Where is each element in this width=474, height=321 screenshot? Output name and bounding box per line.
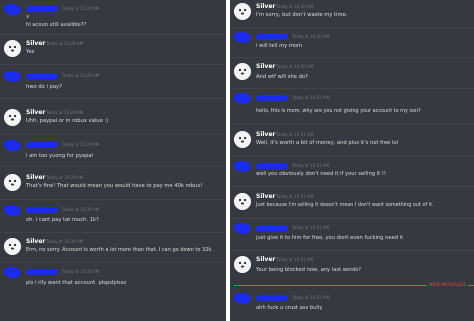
redacted-avatar — [234, 293, 251, 304]
divider — [0, 262, 226, 263]
message-timestamp: Today at 10:31 AM — [292, 95, 330, 100]
new-messages-divider: NEW MESSAGES — [234, 282, 474, 287]
redacted-username — [25, 269, 59, 275]
redacted-username — [25, 142, 59, 148]
message-author[interactable]: Silver — [256, 131, 275, 138]
redacted-username — [255, 95, 289, 101]
message-timestamp: Today at 10:28 AM — [62, 6, 100, 11]
divider — [230, 124, 474, 125]
message-author[interactable]: Silver — [26, 238, 45, 245]
message-text: Yes — [26, 49, 35, 55]
message-text: Your being blocked now, any last words? — [256, 267, 361, 273]
message-text: hi acoun still avalible?? — [26, 22, 87, 28]
message-text: And wtf will she do? — [256, 74, 308, 80]
message-timestamp: Today at 10:31 AM — [276, 132, 314, 137]
message-timestamp: Today at 10:31 AM — [292, 225, 330, 230]
redacted-username — [25, 207, 59, 213]
message-timestamp: Today at 10:30 AM — [46, 239, 84, 244]
right-chat-panel: Silver Today at 10:30 AM I'm sorry, but … — [230, 0, 474, 321]
message-text: Uhh, paypal or in robux value :) — [26, 118, 109, 124]
message-author[interactable]: Silver — [256, 63, 275, 70]
message-text: i am too yuong for pyapal — [26, 153, 93, 159]
message-timestamp: Today at 10:30 AM — [62, 269, 100, 274]
message-timestamp: Today at 10:30 AM — [276, 4, 314, 9]
divider — [0, 166, 226, 167]
message-text: hello, this is mom, why are you not givi… — [256, 108, 421, 114]
silver-avatar — [234, 193, 251, 210]
message-text: ahh fuck u crust ass bully — [256, 305, 323, 311]
divider — [230, 156, 474, 157]
message-timestamp: Today at 10:30 AM — [276, 64, 314, 69]
message-text: oh. i cant pay tat much. 1k? — [26, 217, 99, 223]
redacted-username — [255, 295, 289, 301]
silver-avatar — [4, 109, 21, 126]
silver-avatar — [4, 238, 21, 255]
silver-avatar — [234, 63, 251, 80]
message-timestamp: Today at 10:30 AM — [62, 207, 100, 212]
left-chat-panel: Today at 10:28 AM v hi acoun still avali… — [0, 0, 226, 321]
silver-avatar — [234, 131, 251, 148]
message-text: hwo do i pay? — [26, 84, 62, 90]
redacted-avatar — [4, 71, 21, 82]
message-timestamp: Today at 10:29 AM — [46, 110, 84, 115]
message-text: i will tell my mom — [256, 43, 303, 49]
message-author[interactable]: Silver — [26, 174, 45, 181]
message-text: Just because I'm selling it doesn't mean… — [256, 202, 434, 208]
message-text: Well, it's worth a bit of money, and plu… — [256, 140, 399, 146]
message-author[interactable]: Silver — [256, 256, 275, 263]
redacted-username — [255, 225, 289, 231]
silver-avatar — [234, 3, 251, 20]
divider — [0, 34, 226, 35]
message-text: pls i rlly want that account. plspslplss… — [26, 280, 127, 286]
redacted-username — [255, 163, 289, 169]
silver-avatar — [234, 256, 251, 273]
message-timestamp: Today at 10:29 AM — [62, 73, 100, 78]
divider — [0, 98, 226, 99]
divider — [230, 250, 474, 251]
message-author[interactable]: Silver — [26, 40, 45, 47]
message-timestamp: Today at 10:29 AM — [62, 142, 100, 147]
message-author[interactable]: Silver — [256, 193, 275, 200]
divider — [230, 88, 474, 89]
message-timestamp: Today at 10:31 AM — [276, 257, 314, 262]
redacted-avatar — [4, 267, 21, 278]
message-timestamp: Today at 10:30 AM — [292, 34, 330, 39]
redacted-username — [25, 6, 59, 12]
divider — [0, 134, 226, 135]
message-text: I'm sorry, but don't waste my time. — [256, 12, 348, 18]
divider — [230, 218, 474, 219]
message-text: v — [26, 14, 30, 20]
new-messages-label: NEW MESSAGES — [427, 282, 468, 287]
redacted-avatar — [4, 205, 21, 216]
message-timestamp: Today at 10:31 AM — [276, 194, 314, 199]
message-text: well you obviously don't need it if your… — [256, 171, 387, 177]
redacted-avatar — [234, 32, 251, 43]
message-timestamp: Today at 10:29 AM — [46, 175, 84, 180]
redacted-username — [255, 34, 289, 40]
message-timestamp: Today at 10:31 AM — [292, 295, 330, 300]
divider — [230, 57, 474, 58]
divider — [230, 186, 474, 187]
divider — [0, 64, 226, 65]
redacted-username — [25, 73, 59, 79]
redacted-avatar — [4, 4, 21, 15]
message-author[interactable]: Silver — [26, 109, 45, 116]
divider — [0, 232, 226, 233]
redacted-avatar — [234, 223, 251, 234]
redacted-avatar — [4, 140, 21, 151]
redacted-avatar — [234, 161, 251, 172]
redacted-avatar — [234, 93, 251, 104]
silver-avatar — [4, 174, 21, 191]
silver-avatar — [4, 40, 21, 57]
message-text: just give it to him for free, you dont e… — [256, 235, 404, 241]
divider — [230, 27, 474, 28]
message-text: Erm, no sorry. Account is worth a lot mo… — [26, 247, 213, 253]
message-author[interactable]: Silver — [256, 3, 275, 10]
message-timestamp: Today at 10:31 AM — [292, 163, 330, 168]
message-text: That's fine! That would mean you would h… — [26, 183, 203, 189]
message-timestamp: Today at 10:28 AM — [46, 41, 84, 46]
divider — [0, 199, 226, 200]
